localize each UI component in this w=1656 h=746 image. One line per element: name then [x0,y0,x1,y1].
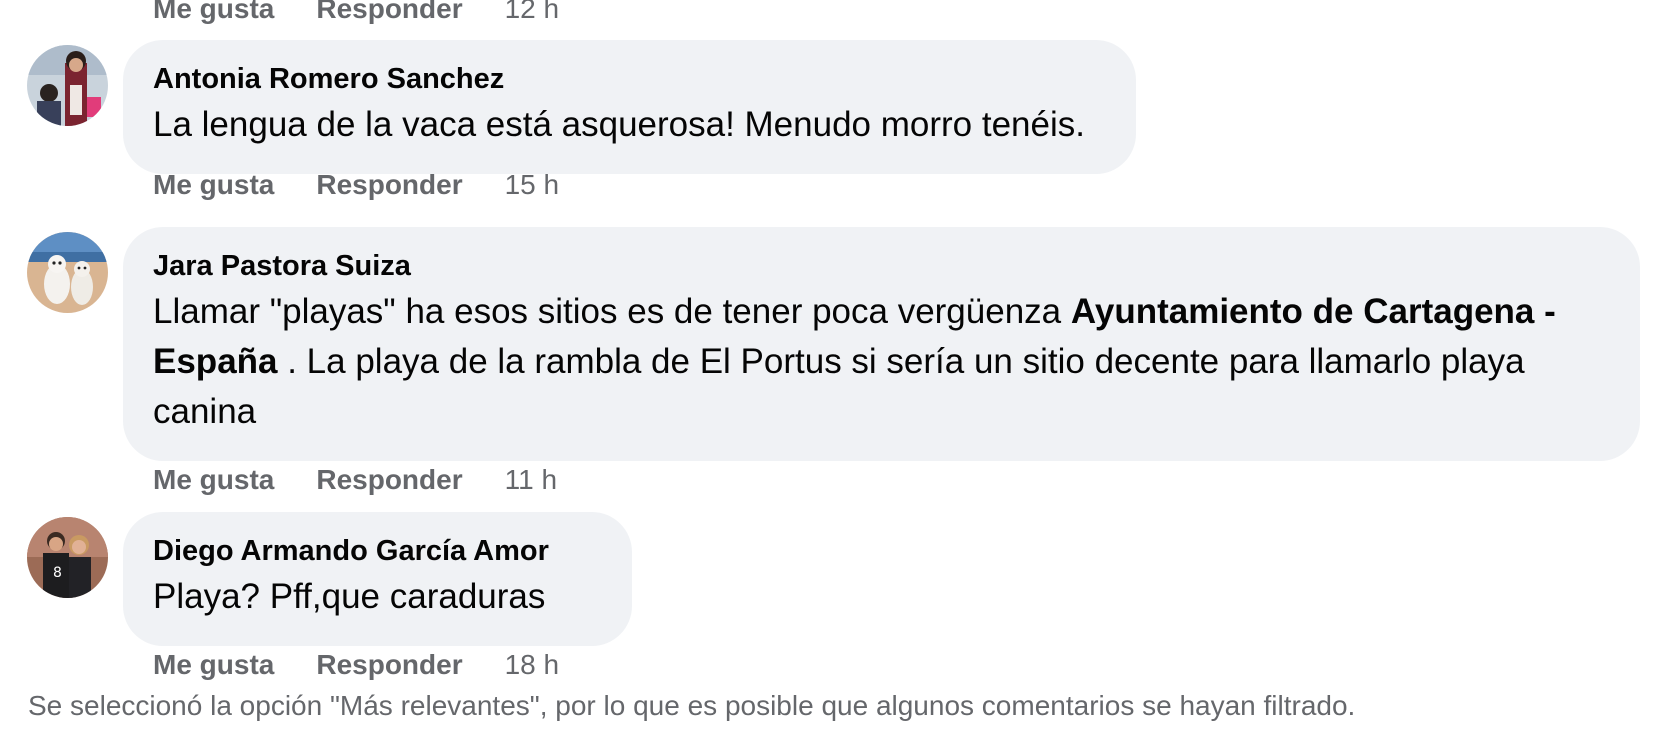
comment-timestamp[interactable]: 18 h [505,649,560,681]
comment-actions: Me gusta Responder 15 h [153,168,559,202]
like-button[interactable]: Me gusta [153,649,274,681]
svg-text:8: 8 [53,565,62,581]
comment-text: Llamar "playas" ha esos sitios es de ten… [153,287,1610,437]
comment-text-end: . La playa de la rambla de El Portus si … [153,342,1525,431]
comment-bubble: Antonia Romero Sanchez La lengua de la v… [123,40,1136,174]
comment-bubble: Jara Pastora Suiza Llamar "playas" ha es… [123,227,1640,461]
comment-text: La lengua de la vaca está asquerosa! Men… [153,105,1085,144]
comment-actions: Me gusta Responder 12 h [153,0,559,26]
comment-bubble: Diego Armando García Amor Playa? Pff,que… [123,512,632,646]
reply-button[interactable]: Responder [316,649,462,681]
avatar[interactable] [27,232,108,313]
comment-author[interactable]: Antonia Romero Sanchez [153,62,1106,96]
filter-notice: Se seleccionó la opción "Más relevantes"… [28,690,1356,721]
comment-text: Playa? Pff,que caraduras [153,577,546,616]
like-button[interactable]: Me gusta [153,0,274,25]
reply-button[interactable]: Responder [316,464,462,496]
reply-button[interactable]: Responder [316,0,462,25]
comment-author[interactable]: Jara Pastora Suiza [153,249,1610,283]
avatar[interactable] [27,45,108,126]
avatar[interactable]: 8 [27,517,108,598]
comment-actions: Me gusta Responder 18 h [153,648,559,682]
comment-author[interactable]: Diego Armando García Amor [153,534,602,568]
like-button[interactable]: Me gusta [153,169,274,201]
avatar-photo [27,232,108,313]
comment-timestamp[interactable]: 12 h [505,0,560,25]
comment-timestamp[interactable]: 11 h [505,464,557,496]
comment-actions: Me gusta Responder 11 h [153,463,557,497]
comment-text-start: Llamar "playas" ha esos sitios es de ten… [153,292,1071,331]
reply-button[interactable]: Responder [316,169,462,201]
comments-section: Me gusta Responder 12 h Antonia Romero S… [0,0,1656,746]
like-button[interactable]: Me gusta [153,464,274,496]
comment-timestamp[interactable]: 15 h [505,169,560,201]
avatar-photo [27,45,108,126]
avatar-photo: 8 [27,517,108,598]
